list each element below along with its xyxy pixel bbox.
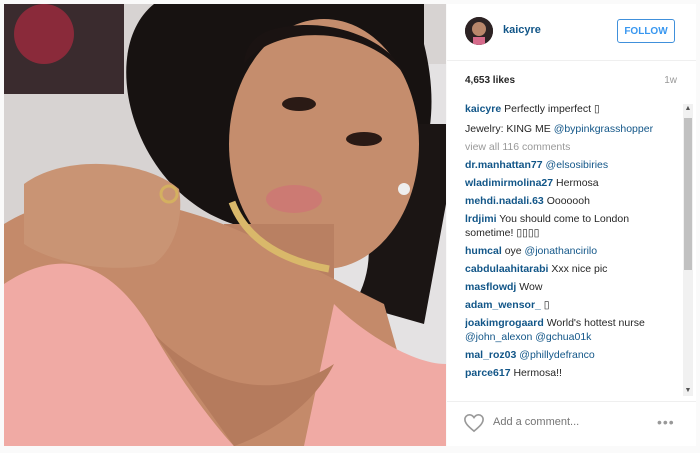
post-time[interactable]: 1w	[664, 75, 677, 86]
caption-username[interactable]: kaicyre	[465, 103, 501, 115]
comment-username[interactable]: wladimirmolina27	[465, 177, 553, 189]
comment-username[interactable]: parce617	[465, 367, 511, 379]
comment: joakimgrogaard World's hottest nurse @jo…	[465, 316, 672, 344]
comment-mention[interactable]: @elsosibiries	[546, 159, 609, 171]
caption2-text: Jewelry: KING ME	[465, 123, 554, 135]
post-sidebar: kaicyre FOLLOW 4,653 likes 1w kaicyre Pe…	[447, 4, 696, 446]
comment-username[interactable]: masflowdj	[465, 281, 516, 293]
caption-jewelry: Jewelry: KING ME @bypinkgrasshopper	[465, 122, 672, 136]
post-username[interactable]: kaicyre	[503, 24, 541, 36]
post-stats: 4,653 likes 1w	[465, 75, 677, 91]
view-all-comments[interactable]: view all 116 comments	[465, 140, 672, 154]
post-modal: kaicyre FOLLOW 4,653 likes 1w kaicyre Pe…	[0, 0, 700, 453]
comment: masflowdj Wow	[465, 280, 672, 294]
comment-text: Wow	[519, 281, 543, 293]
comments-list[interactable]: kaicyre Perfectly imperfect ▯ Jewelry: K…	[465, 102, 672, 397]
comment-username[interactable]: adam_wensor_	[465, 299, 541, 311]
caption2-mention[interactable]: @bypinkgrasshopper	[554, 123, 653, 135]
caption-text: Perfectly imperfect ▯	[504, 103, 600, 115]
comment: wladimirmolina27 Hermosa	[465, 176, 672, 190]
comment-text: oye	[504, 245, 522, 257]
scroll-up-icon[interactable]: ▲	[683, 104, 693, 114]
avatar-image	[465, 17, 493, 45]
comment-username[interactable]: joakimgrogaard	[465, 317, 544, 329]
post-photo[interactable]	[4, 4, 446, 446]
follow-button[interactable]: FOLLOW	[617, 19, 675, 43]
heart-icon[interactable]	[463, 413, 485, 433]
caption: kaicyre Perfectly imperfect ▯	[465, 102, 672, 116]
comment: lrdjimi You should come to London someti…	[465, 212, 672, 240]
add-comment-input[interactable]	[493, 416, 613, 428]
comment-username[interactable]: lrdjimi	[465, 213, 497, 225]
comment-mention[interactable]: @jonathancirilo	[525, 245, 598, 257]
comment-text: Ooooooh	[546, 195, 590, 207]
post-footer: •••	[447, 401, 696, 447]
comment-username[interactable]: cabdulaahitarabi	[465, 263, 548, 275]
comment-username[interactable]: mal_roz03	[465, 349, 516, 361]
comment-mention[interactable]: @phillydefranco	[519, 349, 594, 361]
comment-text: Hermosa	[556, 177, 599, 189]
comment-username[interactable]: humcal	[465, 245, 502, 257]
more-options-icon[interactable]: •••	[657, 414, 675, 430]
comment-text: Hermosa!!	[513, 367, 562, 379]
comment: cabdulaahitarabi Xxx nice pic	[465, 262, 672, 276]
comment-text: ▯	[543, 299, 550, 311]
comment: parce617 Hermosa!!	[465, 366, 672, 380]
comment-username[interactable]: mehdi.nadali.63	[465, 195, 544, 207]
scrollbar-thumb[interactable]	[684, 118, 692, 270]
comment: mehdi.nadali.63 Ooooooh	[465, 194, 672, 208]
selfie-image	[4, 4, 446, 446]
comments-scrollbar[interactable]: ▲ ▼	[683, 104, 693, 396]
comment: humcal oye @jonathancirilo	[465, 244, 672, 258]
likes-count[interactable]: 4,653 likes	[465, 75, 515, 86]
comment-username[interactable]: dr.manhattan77	[465, 159, 543, 171]
post-header: kaicyre FOLLOW	[447, 4, 696, 61]
scroll-down-icon[interactable]: ▼	[683, 386, 693, 396]
comment-mention[interactable]: @john_alexon @gchua01k	[465, 331, 591, 343]
comment-text: World's hottest nurse	[546, 317, 645, 329]
view-all-link[interactable]: view all 116 comments	[465, 141, 570, 153]
comment-text: Xxx nice pic	[551, 263, 608, 275]
comment: dr.manhattan77 @elsosibiries	[465, 158, 672, 172]
avatar[interactable]	[465, 17, 493, 45]
comment: mal_roz03 @phillydefranco	[465, 348, 672, 362]
comment: adam_wensor_ ▯	[465, 298, 672, 312]
